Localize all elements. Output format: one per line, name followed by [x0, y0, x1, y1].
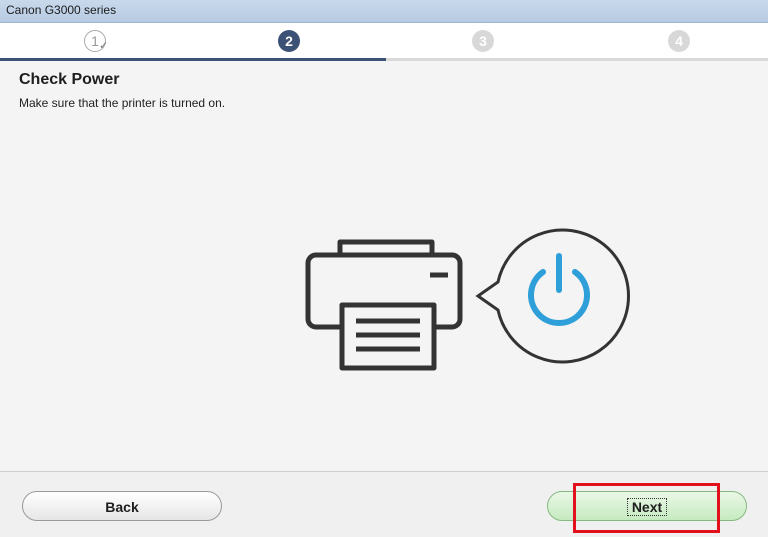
step-1-number: 1 [91, 33, 99, 49]
installer-window: Canon G3000 series 1 ✓ 2 3 4 Check Power… [0, 0, 768, 537]
step-1-complete: 1 ✓ [84, 30, 108, 52]
footer-bar: Back Next [0, 472, 768, 537]
instruction-text: Make sure that the printer is turned on. [19, 96, 226, 110]
window-title: Canon G3000 series [6, 3, 117, 17]
title-bar[interactable]: Canon G3000 series [0, 0, 768, 23]
check-power-illustration [305, 228, 630, 371]
step-4-pending: 4 [668, 30, 690, 52]
progress-fill [0, 58, 386, 61]
page-title: Check Power [19, 71, 120, 88]
step-3-pending: 3 [472, 30, 494, 52]
speech-bubble [475, 228, 630, 364]
step-indicator: 1 ✓ 2 3 4 [0, 23, 768, 59]
next-button-label: Next [626, 498, 668, 516]
back-button[interactable]: Back [22, 491, 222, 521]
printer-icon [305, 239, 463, 371]
next-button[interactable]: Next [547, 491, 747, 521]
checkmark-icon: ✓ [99, 40, 109, 52]
step-2-current: 2 [278, 30, 300, 52]
